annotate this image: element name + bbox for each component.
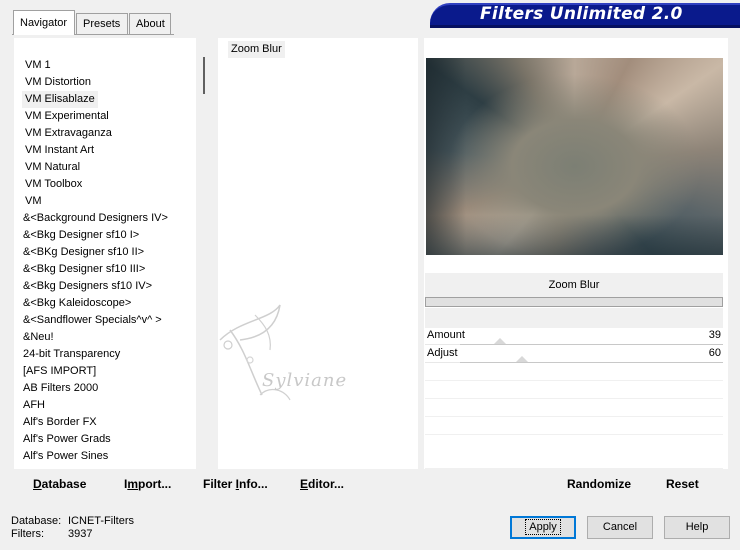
preview-shading-bottom [426,215,723,255]
category-item[interactable]: &<Background Designers IV> [20,210,171,227]
tab-about[interactable]: About [129,13,171,34]
database-button[interactable]: Database [33,477,86,491]
category-item[interactable]: &<Bkg Designers sf10 IV> [20,278,155,295]
category-item-selected[interactable]: VM Elisablaze [22,91,98,108]
category-item[interactable]: &Neu! [20,329,57,346]
apply-button[interactable]: Apply [510,516,576,539]
filter-title: Zoom Blur [425,273,723,297]
filter-item-selected[interactable]: Zoom Blur [228,41,285,58]
editor-mnemonic: E [300,477,309,491]
param-label: Amount [427,329,465,341]
category-item[interactable]: AFH [20,397,48,414]
amount-slider-thumb[interactable] [494,338,507,344]
progress-bar [425,297,723,307]
empty-param-row [425,400,723,417]
filters-count-value: 3937 [68,528,93,540]
import-button[interactable]: Import... [124,477,171,491]
category-item[interactable]: &<Bkg Kaleidoscope> [20,295,134,312]
import-mnemonic: m [127,477,139,491]
database-label: atabase [41,477,87,491]
import-label-end: port... [138,477,172,491]
category-scroll-thumb[interactable] [203,57,205,94]
filters-count-label: Filters: [11,528,44,540]
category-item[interactable]: Alf's Power Sines [20,448,111,465]
app-title: Filters Unlimited 2.0 [480,4,683,24]
category-list[interactable]: VM 1 VM Distortion VM Elisablaze VM Expe… [14,38,212,469]
filter-info-label-start: Filter [203,477,236,491]
randomize-button[interactable]: Randomize [567,477,631,491]
database-mnemonic: D [33,477,42,491]
param-row-amount[interactable]: Amount 39 [425,328,723,345]
param-label: Adjust [427,347,458,359]
empty-param-row [425,436,723,453]
adjust-slider-track[interactable] [460,362,723,363]
filter-info-button[interactable]: Filter Info... [203,477,268,491]
apply-label: Apply [525,519,561,535]
tab-presets[interactable]: Presets [76,13,128,34]
help-button[interactable]: Help [664,516,730,539]
category-item[interactable]: 24-bit Transparency [20,346,123,363]
empty-param-row [425,418,723,435]
category-item[interactable]: VM 1 [22,57,54,74]
param-spacer [425,308,723,328]
amount-slider-track[interactable] [460,344,723,345]
category-item[interactable]: VM [22,193,45,210]
category-item[interactable]: [AFS IMPORT] [20,363,99,380]
watermark-flourish [219,304,291,401]
filters-count-info: Filters: 3937 [11,528,92,540]
category-item[interactable]: Alf's Border FX [20,414,100,431]
category-item[interactable]: VM Distortion [22,74,94,91]
editor-label: ditor... [308,477,345,491]
category-item[interactable]: AB Filters 2000 [20,380,101,397]
database-info-label: Database: [11,515,62,527]
category-item[interactable]: VM Extravaganza [22,125,115,142]
category-item[interactable]: VM Natural [22,159,83,176]
editor-button[interactable]: Editor... [300,477,344,491]
adjust-slider-thumb[interactable] [515,356,528,362]
param-row-adjust[interactable]: Adjust 60 [425,346,723,363]
category-item[interactable]: &<Bkg Designer sf10 I> [20,227,142,244]
tab-navigator[interactable]: Navigator [13,10,75,35]
empty-param-row [425,382,723,399]
empty-param-row [425,364,723,381]
category-item[interactable]: Alf's Power Grads [20,431,114,448]
empty-param-row [425,452,723,469]
reset-button[interactable]: Reset [666,477,699,491]
database-info: Database: ICNET-Filters [11,515,134,527]
category-item[interactable]: &<Sandflower Specials^v^ > [20,312,165,329]
category-item[interactable]: &<Bkg Designer sf10 III> [20,261,148,278]
category-item[interactable]: VM Toolbox [22,176,85,193]
param-value: 39 [708,329,721,341]
category-item[interactable]: VM Instant Art [22,142,97,159]
cancel-button[interactable]: Cancel [587,516,653,539]
param-value: 60 [708,347,721,359]
watermark-text: Sylviane [262,370,348,391]
category-item[interactable]: VM Experimental [22,108,112,125]
filter-info-label-end: nfo... [239,477,268,491]
database-info-value: ICNET-Filters [68,515,134,527]
category-item[interactable]: &<BKg Designer sf10 II> [20,244,147,261]
